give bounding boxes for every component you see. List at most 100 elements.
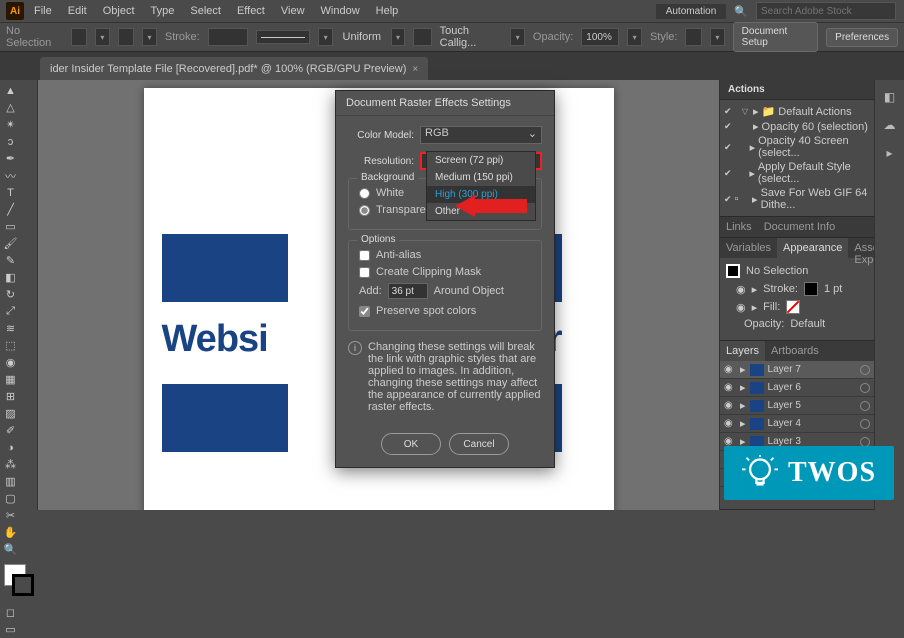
actions-panel-header[interactable]: Actions bbox=[720, 80, 874, 100]
selection-tool-icon[interactable]: ▲ bbox=[2, 82, 19, 99]
ok-button[interactable]: OK bbox=[381, 433, 441, 455]
menu-effect[interactable]: Effect bbox=[231, 3, 271, 19]
width-tool-icon[interactable]: ≋ bbox=[2, 320, 19, 337]
layer-name[interactable]: Layer 6 bbox=[768, 382, 856, 393]
shape-builder-tool-icon[interactable]: ◉ bbox=[2, 354, 19, 371]
screen-mode-icon[interactable]: ▭ bbox=[2, 621, 19, 638]
stroke-color-icon[interactable] bbox=[12, 574, 34, 596]
document-tab[interactable]: ider Insider Template File [Recovered].p… bbox=[40, 57, 428, 80]
clipping-mask-checkbox[interactable]: Create Clipping Mask bbox=[359, 266, 531, 278]
menu-view[interactable]: View bbox=[275, 3, 311, 19]
style-swatch[interactable] bbox=[685, 28, 702, 46]
anti-alias-checkbox[interactable]: Anti-alias bbox=[359, 249, 531, 261]
layer-name[interactable]: Layer 5 bbox=[768, 400, 856, 411]
eye-icon[interactable]: ◉ bbox=[736, 283, 746, 296]
tab-layers[interactable]: Layers bbox=[720, 341, 765, 361]
menu-type[interactable]: Type bbox=[145, 3, 181, 19]
properties-panel-icon[interactable]: ◧ bbox=[881, 88, 899, 106]
color-model-select[interactable]: RGB⌄ bbox=[420, 126, 542, 144]
stroke-weight-input[interactable] bbox=[208, 28, 248, 46]
menu-file[interactable]: File bbox=[28, 3, 58, 19]
stroke-value[interactable]: 1 pt bbox=[824, 283, 842, 295]
perspective-tool-icon[interactable]: ▦ bbox=[2, 371, 19, 388]
blend-tool-icon[interactable]: ◑ bbox=[2, 439, 19, 456]
tab-variables[interactable]: Variables bbox=[720, 238, 777, 258]
menu-edit[interactable]: Edit bbox=[62, 3, 93, 19]
line-tool-icon[interactable]: ╱ bbox=[2, 201, 19, 218]
resolution-option[interactable]: Medium (150 ppi) bbox=[427, 169, 535, 186]
opacity-value[interactable]: Default bbox=[790, 318, 825, 330]
target-icon[interactable] bbox=[860, 365, 870, 375]
preserve-spot-checkbox[interactable]: Preserve spot colors bbox=[359, 305, 531, 317]
symbol-sprayer-tool-icon[interactable]: ⁂ bbox=[2, 456, 19, 473]
target-icon[interactable] bbox=[860, 437, 870, 447]
document-setup-button[interactable]: Document Setup bbox=[733, 22, 818, 52]
free-transform-tool-icon[interactable]: ⬚ bbox=[2, 337, 19, 354]
type-tool-icon[interactable]: T bbox=[2, 184, 19, 201]
eraser-tool-icon[interactable]: ◧ bbox=[2, 269, 19, 286]
profile-dropdown[interactable] bbox=[391, 28, 406, 46]
scale-tool-icon[interactable]: ⤢ bbox=[2, 303, 19, 320]
menu-window[interactable]: Window bbox=[315, 3, 366, 19]
libraries-panel-icon[interactable]: ☁ bbox=[881, 116, 899, 134]
draw-mode-icon[interactable]: ◻ bbox=[2, 604, 19, 621]
target-icon[interactable] bbox=[860, 419, 870, 429]
zoom-tool-icon[interactable]: 🔍 bbox=[2, 541, 19, 558]
resolution-option[interactable]: Screen (72 ppi) bbox=[427, 152, 535, 169]
column-graph-tool-icon[interactable]: ▥ bbox=[2, 473, 19, 490]
eyedropper-tool-icon[interactable]: ✐ bbox=[2, 422, 19, 439]
tab-document-info[interactable]: Document Info bbox=[758, 217, 842, 237]
stroke-dropdown[interactable] bbox=[142, 28, 157, 46]
paintbrush-tool-icon[interactable]: 🖌 bbox=[2, 235, 19, 252]
layer-name[interactable]: Layer 4 bbox=[768, 418, 856, 429]
shaper-tool-icon[interactable]: ✎ bbox=[2, 252, 19, 269]
hand-tool-icon[interactable]: ✋ bbox=[2, 524, 19, 541]
opacity-dropdown[interactable] bbox=[627, 28, 642, 46]
magic-wand-tool-icon[interactable]: ✴ bbox=[2, 116, 19, 133]
eye-icon[interactable]: ◉ bbox=[724, 382, 736, 393]
menu-help[interactable]: Help bbox=[370, 3, 405, 19]
add-value-input[interactable] bbox=[388, 283, 428, 299]
target-icon[interactable] bbox=[860, 401, 870, 411]
pen-tool-icon[interactable]: ✒ bbox=[2, 150, 19, 167]
rectangle-tool-icon[interactable]: ▭ bbox=[2, 218, 19, 235]
brush-name[interactable]: Touch Callig... bbox=[440, 25, 503, 49]
direct-selection-tool-icon[interactable]: △ bbox=[2, 99, 19, 116]
collapse-icon[interactable]: ▸ bbox=[881, 144, 899, 162]
fill-dropdown[interactable] bbox=[95, 28, 110, 46]
search-input[interactable] bbox=[756, 2, 896, 20]
stroke-style-swatch[interactable] bbox=[256, 30, 311, 44]
eye-icon[interactable]: ◉ bbox=[724, 418, 736, 429]
action-item[interactable]: Opacity 60 (selection) bbox=[762, 121, 868, 133]
tab-appearance[interactable]: Appearance bbox=[777, 238, 848, 258]
fill-swatch-none[interactable] bbox=[786, 300, 800, 314]
brush-dropdown[interactable] bbox=[510, 28, 525, 46]
preferences-button[interactable]: Preferences bbox=[826, 28, 898, 47]
action-item[interactable]: Apply Default Style (select... bbox=[758, 161, 870, 185]
opacity-input[interactable] bbox=[581, 28, 619, 46]
artboard-tool-icon[interactable]: ▢ bbox=[2, 490, 19, 507]
mesh-tool-icon[interactable]: ⊞ bbox=[2, 388, 19, 405]
lasso-tool-icon[interactable]: ɔ bbox=[2, 133, 19, 150]
cancel-button[interactable]: Cancel bbox=[449, 433, 509, 455]
tab-artboards[interactable]: Artboards bbox=[765, 341, 825, 361]
curvature-tool-icon[interactable]: 〰 bbox=[2, 167, 19, 184]
stroke-swatch[interactable] bbox=[804, 282, 818, 296]
close-icon[interactable]: × bbox=[412, 64, 418, 75]
layer-name[interactable]: Layer 7 bbox=[768, 364, 856, 375]
target-icon[interactable] bbox=[860, 383, 870, 393]
menu-select[interactable]: Select bbox=[184, 3, 227, 19]
actions-folder[interactable]: Default Actions bbox=[778, 106, 851, 118]
profile-label[interactable]: Uniform bbox=[341, 31, 383, 43]
stroke-style-dropdown[interactable] bbox=[318, 28, 333, 46]
brush-definition[interactable] bbox=[413, 28, 431, 46]
color-control[interactable] bbox=[2, 564, 35, 604]
style-dropdown[interactable] bbox=[710, 28, 725, 46]
action-item[interactable]: Opacity 40 Screen (select... bbox=[758, 135, 870, 159]
gradient-tool-icon[interactable]: ▨ bbox=[2, 405, 19, 422]
rotate-tool-icon[interactable]: ↻ bbox=[2, 286, 19, 303]
eye-icon[interactable]: ◉ bbox=[736, 301, 746, 314]
stroke-swatch[interactable] bbox=[118, 28, 135, 46]
eye-icon[interactable]: ◉ bbox=[724, 400, 736, 411]
menu-object[interactable]: Object bbox=[97, 3, 141, 19]
